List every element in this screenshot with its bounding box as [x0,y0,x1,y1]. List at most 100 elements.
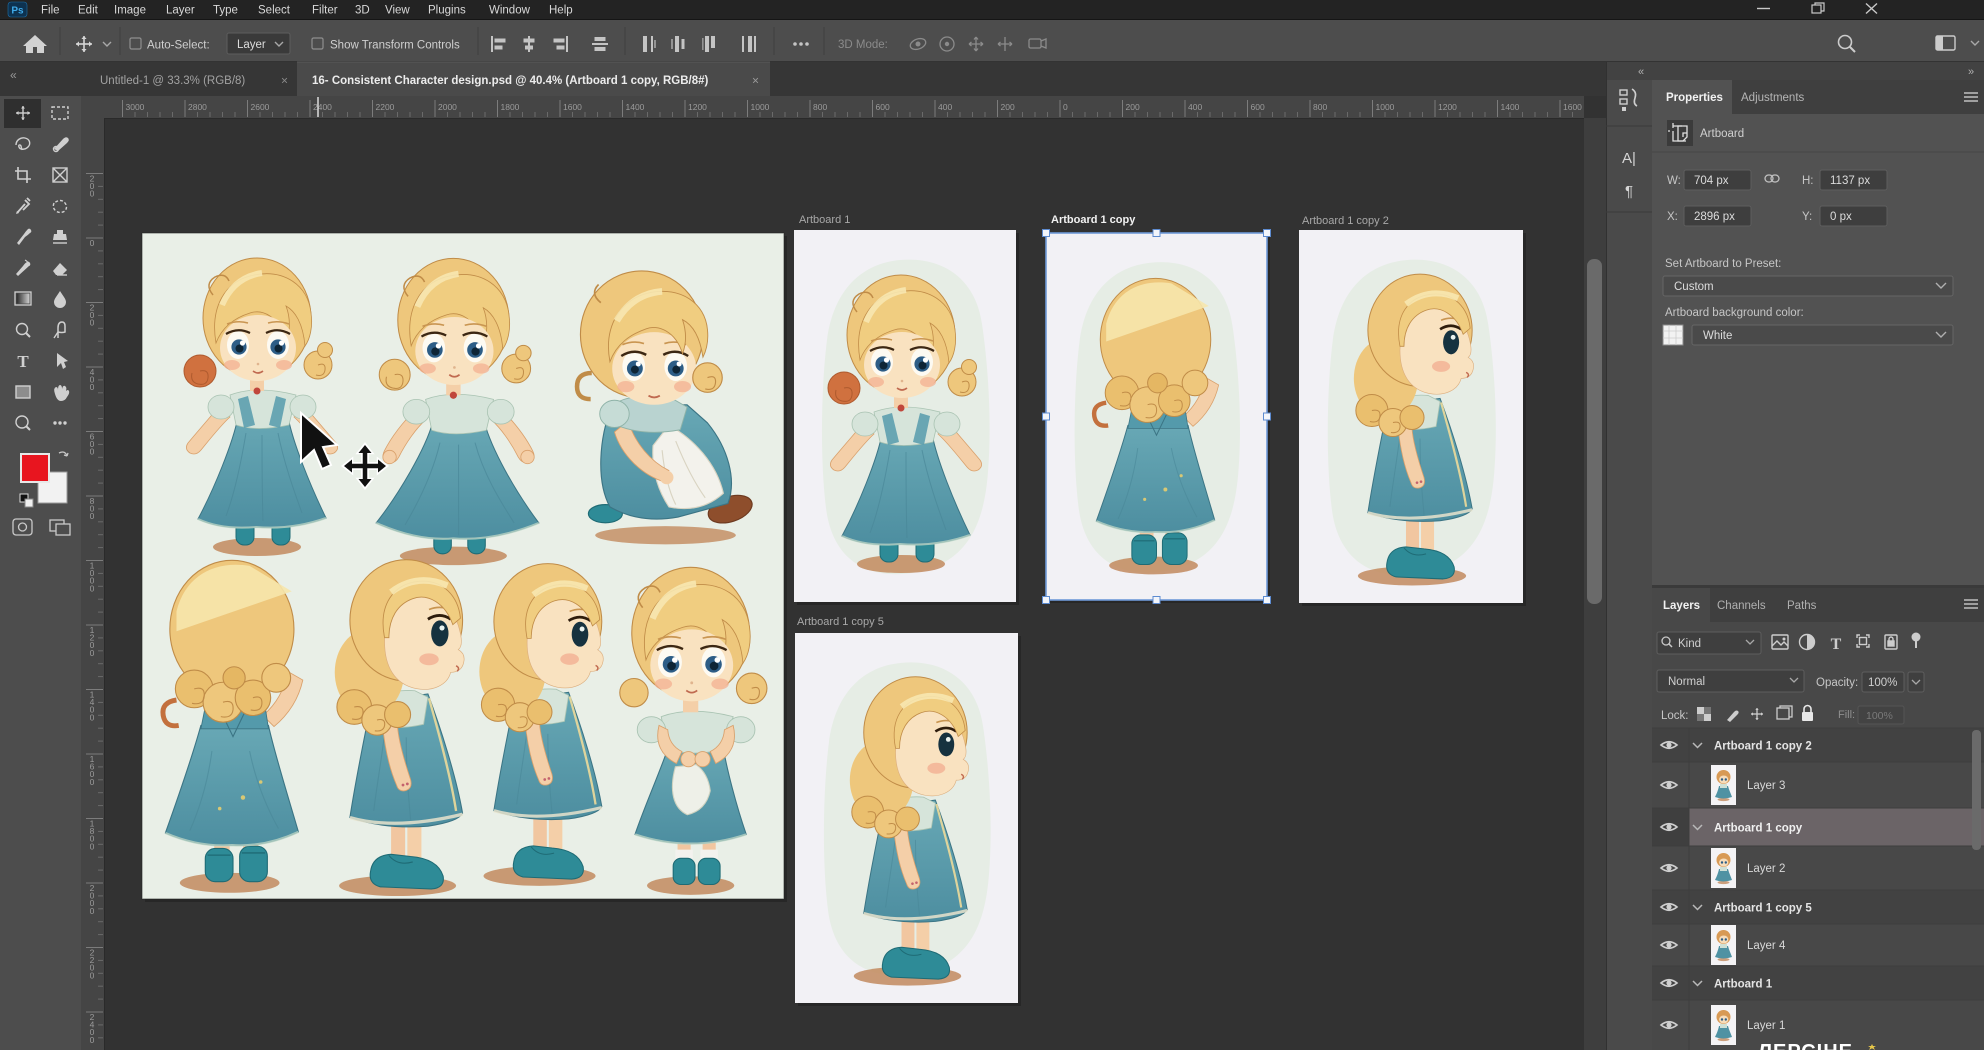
svg-text:Artboard 1 copy 2: Artboard 1 copy 2 [1302,215,1389,227]
svg-text:0 px: 0 px [1830,211,1852,223]
svg-text:Auto-Select:: Auto-Select: [147,40,210,52]
svg-text:Custom: Custom [1674,281,1714,293]
svg-text:Show Transform Controls: Show Transform Controls [330,40,460,52]
svg-text:Layers: Layers [1663,600,1700,612]
svg-text:1200: 1200 [1438,102,1457,112]
svg-text:Artboard 1 copy 5: Artboard 1 copy 5 [1714,903,1812,915]
svg-text:Adjustments: Adjustments [1741,92,1805,104]
svg-text:2400: 2400 [313,102,332,112]
svg-text:«: « [1638,66,1644,78]
svg-text:0: 0 [90,906,95,916]
svg-text:Artboard 1: Artboard 1 [799,214,850,226]
svg-text:X:: X: [1667,211,1678,223]
svg-text:0: 0 [90,970,95,980]
svg-text:0: 0 [90,318,95,328]
svg-text:1400: 1400 [1501,102,1520,112]
svg-text:2600: 2600 [251,102,270,112]
svg-text:W:: W: [1667,175,1681,187]
svg-text:1600: 1600 [563,102,582,112]
svg-text:0: 0 [90,189,95,199]
svg-text:T: T [17,352,29,371]
svg-text:Properties: Properties [1666,92,1723,104]
svg-text:2800: 2800 [188,102,207,112]
svg-text:0: 0 [90,583,95,593]
svg-text:3000: 3000 [126,102,145,112]
svg-text:Set Artboard to Preset:: Set Artboard to Preset: [1665,258,1781,270]
svg-text:2200: 2200 [376,102,395,112]
svg-text:Artboard: Artboard [1700,128,1744,140]
svg-text:400: 400 [1188,102,1202,112]
svg-text:100%: 100% [1866,710,1893,722]
svg-text:704 px: 704 px [1694,175,1729,187]
svg-text:Artboard 1 copy: Artboard 1 copy [1051,214,1136,226]
svg-text:200: 200 [1126,102,1140,112]
svg-text:Filter: Filter [312,5,338,17]
svg-text:1600: 1600 [1563,102,1582,112]
svg-text:¶: ¶ [1625,183,1633,200]
svg-text:1000: 1000 [1376,102,1395,112]
svg-text:Opacity:: Opacity: [1816,677,1858,689]
svg-text:T: T [1831,636,1842,653]
svg-text:2896 px: 2896 px [1694,211,1735,223]
svg-text:Kind: Kind [1678,638,1701,650]
svg-text:File: File [41,5,60,17]
svg-text:2000: 2000 [438,102,457,112]
svg-text:0: 0 [90,447,95,457]
svg-text:800: 800 [1313,102,1327,112]
svg-text:Artboard 1: Artboard 1 [1714,979,1773,991]
svg-text:Layer 3: Layer 3 [1747,780,1785,792]
svg-text:»: » [1968,66,1974,78]
svg-text:Normal: Normal [1668,676,1705,688]
svg-text:×: × [281,74,288,88]
svg-text:0: 0 [90,382,95,392]
svg-text:400: 400 [938,102,952,112]
svg-text:Channels: Channels [1717,600,1766,612]
svg-text:100%: 100% [1868,677,1897,689]
svg-text:Ps: Ps [11,6,24,17]
svg-text:Artboard background color:: Artboard background color: [1665,307,1804,319]
svg-text:0: 0 [90,1035,95,1045]
svg-text:600: 600 [876,102,890,112]
svg-text:Layer 1: Layer 1 [1747,1020,1785,1032]
svg-text:Edit: Edit [78,5,99,17]
svg-text:Y:: Y: [1802,211,1812,223]
svg-text:ЛЕРСІНЕ: ЛЕРСІНЕ [1758,1041,1853,1050]
svg-text:Untitled-1 @ 33.3% (RGB/8): Untitled-1 @ 33.3% (RGB/8) [100,75,245,87]
svg-text:A|: A| [1622,150,1636,167]
svg-text:H:: H: [1802,175,1814,187]
svg-text:Help: Help [549,5,573,17]
svg-text:1137 px: 1137 px [1830,175,1870,187]
svg-text:600: 600 [1251,102,1265,112]
svg-text:Artboard 1 copy: Artboard 1 copy [1714,823,1803,835]
svg-text:200: 200 [1001,102,1015,112]
svg-text:0: 0 [90,841,95,851]
svg-text:Layer: Layer [166,5,195,17]
svg-text:0: 0 [90,712,95,722]
svg-text:0: 0 [90,511,95,521]
svg-text:Layer: Layer [237,39,266,51]
svg-text:3D Mode:: 3D Mode: [838,39,888,51]
svg-text:800: 800 [813,102,827,112]
svg-text:Artboard 1 copy 2: Artboard 1 copy 2 [1714,741,1812,753]
svg-text:1800: 1800 [501,102,520,112]
svg-text:Type: Type [213,5,238,17]
svg-text:Artboard 1 copy 5: Artboard 1 copy 5 [797,616,884,628]
svg-text:Layer 2: Layer 2 [1747,863,1785,875]
svg-text:0: 0 [90,777,95,787]
svg-text:Fill:: Fill: [1838,709,1855,721]
svg-text:1000: 1000 [751,102,770,112]
svg-text:Image: Image [114,5,146,17]
svg-text:Paths: Paths [1787,600,1817,612]
svg-text:1200: 1200 [688,102,707,112]
svg-text:1400: 1400 [626,102,645,112]
svg-text:«: « [10,68,17,82]
svg-text:3D: 3D [355,5,370,17]
svg-text:View: View [385,5,410,17]
svg-text:Lock:: Lock: [1661,710,1689,722]
svg-text:16- Consistent Character desig: 16- Consistent Character design.psd @ 40… [312,75,709,87]
svg-text:White: White [1703,330,1732,342]
svg-text:0: 0 [90,648,95,658]
svg-text:0: 0 [1063,102,1068,112]
svg-text:Select: Select [258,5,291,17]
svg-text:×: × [752,74,759,88]
